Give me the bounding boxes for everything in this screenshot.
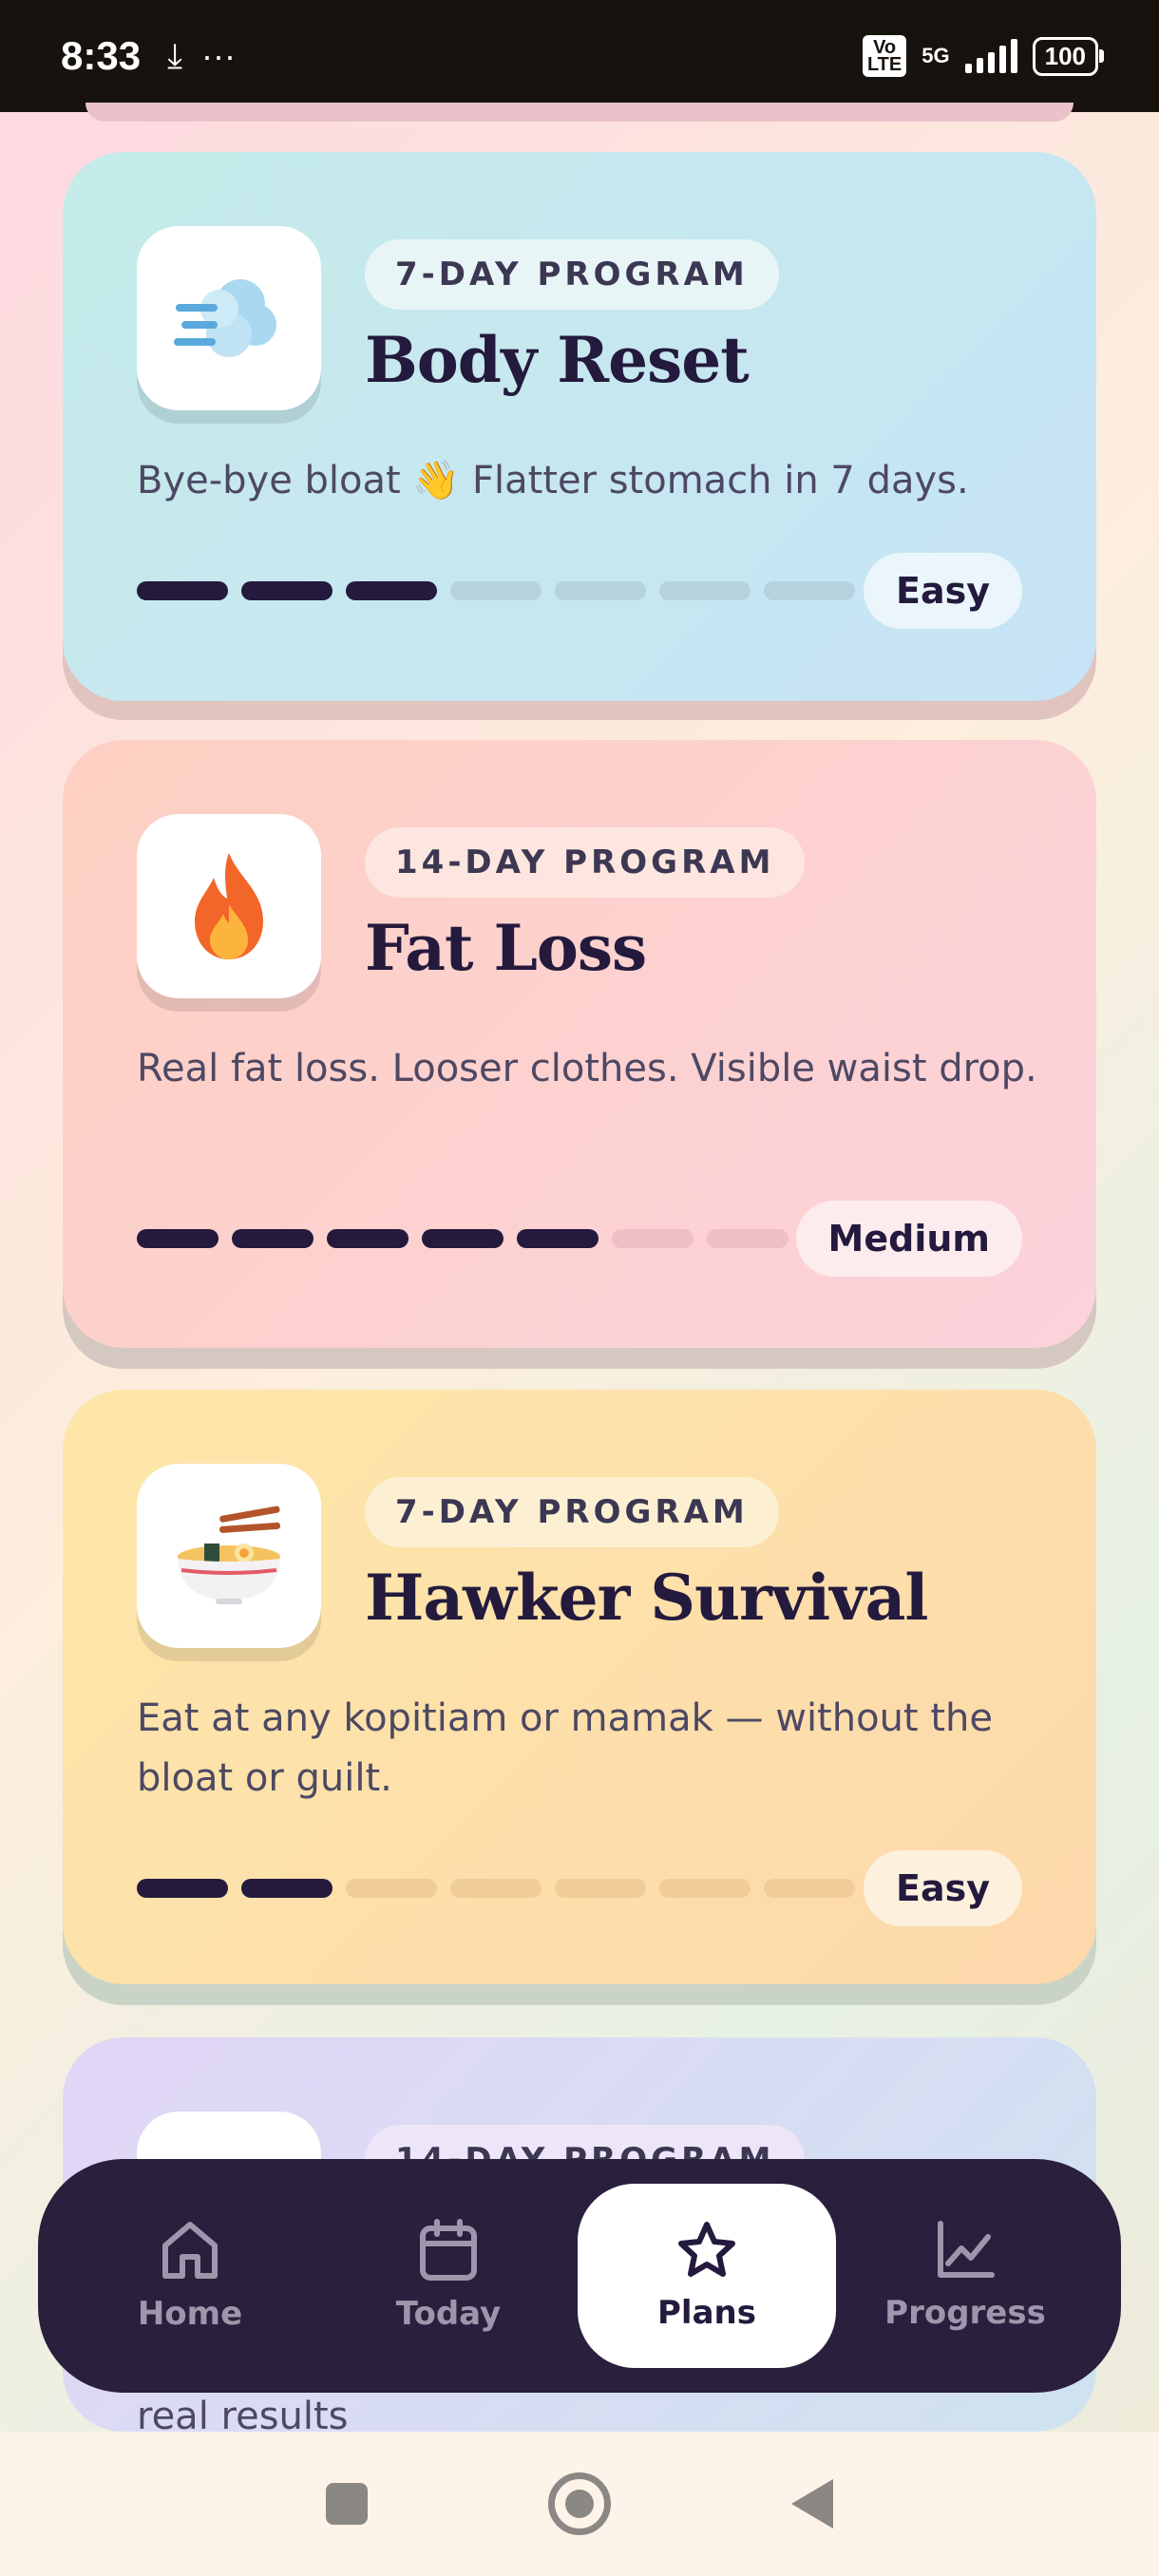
calendar-icon	[420, 2219, 477, 2281]
program-card-body-reset[interactable]: 7-DAY PROGRAM Body Reset Bye-bye bloat 👋…	[63, 152, 1096, 701]
nav-progress[interactable]: Progress	[836, 2184, 1094, 2368]
download-icon: ⤓	[167, 35, 182, 75]
nav-home[interactable]: Home	[61, 2184, 319, 2368]
program-duration-badge: 7-DAY PROGRAM	[365, 239, 779, 310]
difficulty-badge: Easy	[864, 1850, 1022, 1926]
nav-home-label: Home	[137, 2295, 243, 2333]
difficulty-badge: Medium	[795, 1201, 1022, 1277]
difficulty-badge: Easy	[864, 553, 1022, 629]
home-icon	[162, 2222, 218, 2279]
bottom-navigation: Home Today Plans Progress	[38, 2159, 1121, 2393]
previous-card-edge	[86, 103, 1074, 122]
wind-face-icon	[137, 226, 321, 410]
nav-today[interactable]: Today	[319, 2184, 578, 2368]
program-progress	[137, 581, 855, 600]
nav-progress-label: Progress	[884, 2294, 1046, 2332]
star-icon	[678, 2222, 735, 2277]
more-notifications-icon: ···	[200, 36, 236, 75]
program-progress	[137, 1879, 855, 1898]
program-description: Real fat loss. Looser clothes. Visible w…	[137, 1047, 1037, 1090]
recents-button[interactable]	[326, 2483, 368, 2525]
signal-icon	[964, 39, 1017, 73]
program-title: Body Reset	[365, 323, 750, 397]
program-card-fat-loss[interactable]: 14-DAY PROGRAM Fat Loss Real fat loss. L…	[63, 740, 1096, 1348]
program-description: Bye-bye bloat 👋 Flatter stomach in 7 day…	[137, 459, 969, 502]
program-duration-badge: 14-DAY PROGRAM	[365, 827, 806, 898]
program-description: Eat at any kopitiam or mamak — without t…	[137, 1696, 993, 1800]
program-duration-badge: 7-DAY PROGRAM	[365, 1477, 779, 1547]
nav-plans[interactable]: Plans	[578, 2184, 836, 2368]
nav-plans-label: Plans	[657, 2294, 756, 2332]
program-title: Fat Loss	[365, 911, 647, 985]
program-card-hawker-survival[interactable]: 7-DAY PROGRAM Hawker Survival Eat at any…	[63, 1390, 1096, 1984]
home-system-button[interactable]	[548, 2472, 611, 2535]
nav-today-label: Today	[395, 2295, 502, 2333]
back-button[interactable]	[791, 2479, 833, 2529]
program-progress	[137, 1229, 788, 1248]
volte-icon: Vo LTE	[862, 35, 907, 77]
system-navigation-bar	[0, 2432, 1159, 2576]
status-bar: 8:33 ⤓ ··· Vo LTE 5G 100	[0, 0, 1159, 112]
status-time: 8:33	[61, 33, 142, 78]
program-title: Hawker Survival	[365, 1561, 928, 1635]
network-type: 5G	[922, 44, 950, 67]
noodle-bowl-icon	[137, 1464, 321, 1648]
chart-icon	[938, 2221, 995, 2278]
battery-icon: 100	[1032, 36, 1105, 76]
fire-icon	[137, 814, 321, 998]
